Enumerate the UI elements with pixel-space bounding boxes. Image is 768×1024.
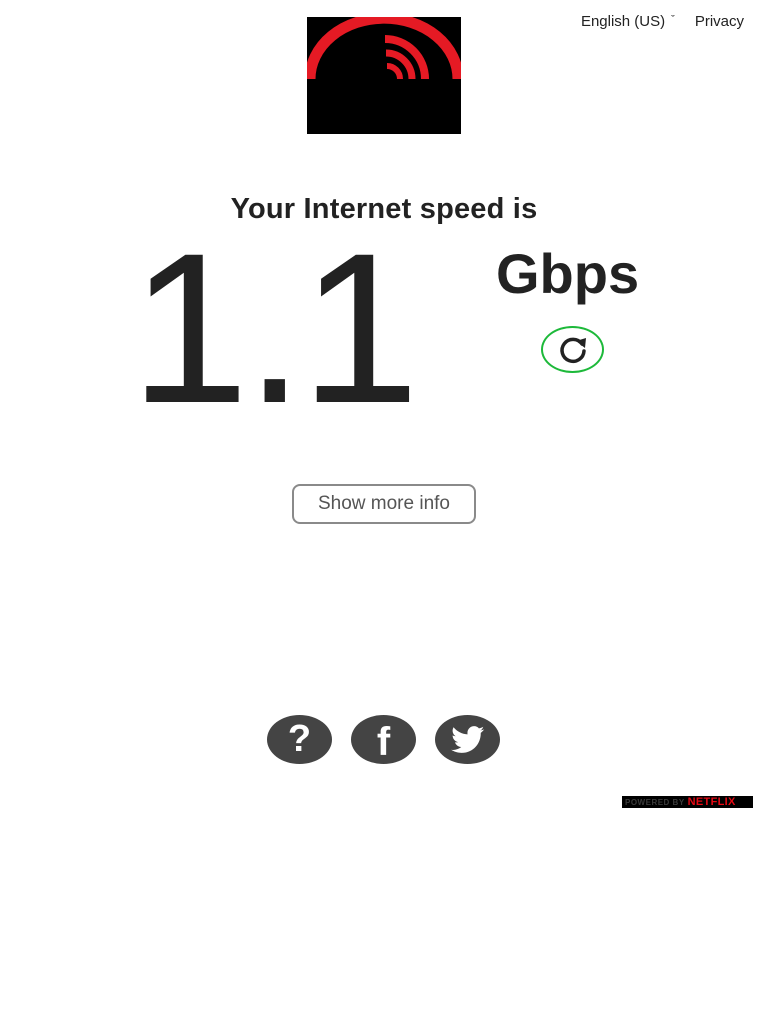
fast-speed-logo-icon [307, 17, 461, 134]
help-button[interactable]: ? [267, 715, 332, 764]
top-links: English (US) ˇ Privacy [581, 13, 744, 30]
speed-value: 1.1 [130, 209, 419, 448]
language-selector[interactable]: English (US) ˇ [581, 13, 675, 30]
speed-units: Gbps [496, 242, 640, 305]
refresh-icon [559, 337, 586, 363]
show-more-info-button[interactable]: Show more info [292, 484, 476, 524]
facebook-button[interactable]: f [351, 715, 416, 764]
privacy-link[interactable]: Privacy [695, 13, 744, 30]
social-links: ? f [267, 715, 500, 764]
refresh-button[interactable] [541, 326, 604, 373]
twitter-button[interactable] [435, 715, 500, 764]
language-label: English (US) [580, 13, 666, 30]
chevron-down-icon: ˇ [671, 13, 675, 26]
twitter-icon [450, 725, 484, 753]
facebook-icon: f [376, 719, 391, 764]
powered-by-netflix-badge[interactable]: POWERED BY NETFLIX [622, 796, 753, 808]
question-icon: ? [287, 717, 312, 760]
page: English (US) ˇ Privacy Your Internet spe… [0, 0, 768, 1024]
netflix-logo: NETFLIX [687, 796, 736, 808]
powered-by-label: POWERED BY [625, 797, 685, 807]
